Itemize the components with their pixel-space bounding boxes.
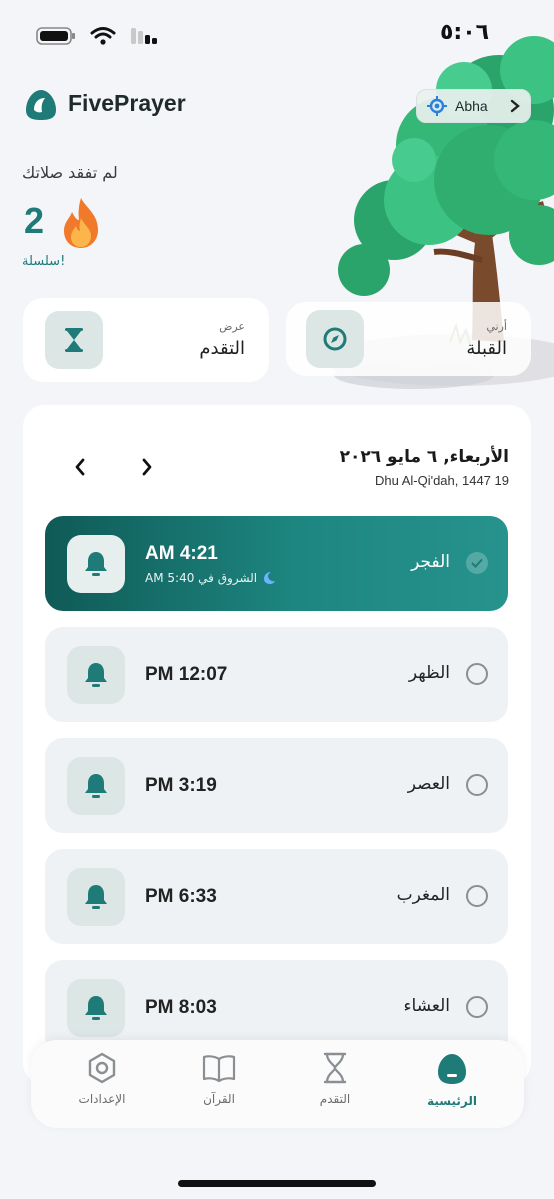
battery-icon (36, 27, 75, 45)
prev-day-button[interactable] (68, 455, 92, 479)
tab-quran-label: القرآن (203, 1092, 235, 1106)
wifi-icon (90, 27, 116, 45)
bell-icon (85, 774, 107, 798)
bottom-tab-bar: الإعدادات القرآن التقدم الرئيسية (31, 1040, 524, 1128)
prayer-row-asr[interactable]: PM 3:19 العصر (45, 738, 508, 833)
progress-card[interactable]: عرض التقدم (23, 298, 269, 382)
compass-icon (323, 327, 347, 351)
prayer-name: الظهر (408, 663, 450, 683)
streak-label: !سلسلة (22, 254, 66, 269)
isha-notify-button[interactable] (67, 979, 125, 1037)
maghrib-notify-button[interactable] (67, 868, 125, 926)
tab-settings[interactable]: الإعدادات (57, 1052, 147, 1106)
prayer-name: العشاء (403, 996, 450, 1016)
check-icon (471, 558, 483, 568)
asr-done-checkbox[interactable] (466, 774, 488, 796)
chevron-right-icon (510, 99, 520, 113)
hourglass-icon (323, 1052, 347, 1084)
bell-icon (85, 663, 107, 687)
location-label: Abha (455, 98, 488, 114)
bell-icon (85, 885, 107, 909)
asr-notify-button[interactable] (67, 757, 125, 815)
prayer-time: PM 12:07 (145, 664, 228, 685)
prayer-time: AM 4:21 (145, 543, 218, 564)
qibla-icon-box (306, 310, 364, 368)
prayer-name: المغرب (396, 885, 450, 905)
streak-title: لم تفقد صلاتك (22, 163, 118, 182)
signal-icon (131, 28, 157, 44)
location-target-icon (427, 96, 447, 116)
prayer-schedule-panel: الأربعاء, ٦ مايو ٢٠٢٦ Dhu Al-Qi'dah, 144… (23, 405, 531, 1085)
qibla-card-sub: أرني (486, 320, 507, 333)
hourglass-icon (65, 328, 83, 352)
prayer-name: العصر (407, 774, 450, 794)
prayer-row-dhuhr[interactable]: PM 12:07 الظهر (45, 627, 508, 722)
qibla-card[interactable]: أرني القبلة (286, 302, 531, 376)
dhuhr-notify-button[interactable] (67, 646, 125, 704)
app-logo-icon (26, 90, 56, 120)
dhuhr-done-checkbox[interactable] (466, 663, 488, 685)
chevron-right-icon (142, 458, 152, 476)
prayer-time: PM 6:33 (145, 886, 217, 907)
tab-home-label: الرئيسية (427, 1094, 477, 1108)
location-button[interactable]: Abha (416, 89, 531, 123)
prayer-row-maghrib[interactable]: PM 6:33 المغرب (45, 849, 508, 944)
tab-progress[interactable]: التقدم (290, 1052, 380, 1106)
prayer-time: PM 3:19 (145, 775, 217, 796)
prayer-name: الفجر (411, 552, 450, 572)
app-title: FivePrayer (68, 90, 186, 116)
bell-icon (85, 552, 107, 576)
prayer-time: PM 8:03 (145, 997, 217, 1018)
tab-quran[interactable]: القرآن (174, 1052, 264, 1106)
home-indicator (178, 1180, 376, 1187)
fajr-done-checkbox[interactable] (466, 552, 488, 574)
sunrise-text: الشروق في 5:40 AM (145, 571, 258, 585)
chevron-left-icon (75, 458, 85, 476)
tab-progress-label: التقدم (319, 1092, 351, 1106)
sunrise-info: الشروق في 5:40 AM (145, 571, 276, 585)
fajr-notify-button[interactable] (67, 535, 125, 593)
qibla-card-title: القبلة (466, 338, 507, 359)
isha-done-checkbox[interactable] (466, 996, 488, 1018)
book-icon (202, 1055, 236, 1083)
flame-icon (64, 198, 98, 248)
prayer-row-fajr[interactable]: AM 4:21 الشروق في 5:40 AM الفجر (45, 516, 508, 611)
status-bar-icons (36, 26, 160, 46)
next-day-button[interactable] (135, 455, 159, 479)
gregorian-date: الأربعاء, ٦ مايو ٢٠٢٦ (339, 447, 509, 467)
streak-count: 2 (24, 200, 45, 241)
maghrib-done-checkbox[interactable] (466, 885, 488, 907)
moon-icon (264, 572, 276, 584)
hijri-date: Dhu Al-Qi'dah, 1447 19 (374, 473, 509, 488)
tab-home[interactable]: الرئيسية (407, 1052, 497, 1108)
settings-icon (88, 1052, 116, 1084)
progress-card-title: التقدم (199, 338, 245, 359)
progress-card-sub: عرض (219, 320, 245, 333)
progress-icon-box (45, 311, 103, 369)
bell-icon (85, 996, 107, 1020)
home-icon (438, 1054, 466, 1084)
tab-settings-label: الإعدادات (78, 1092, 126, 1106)
